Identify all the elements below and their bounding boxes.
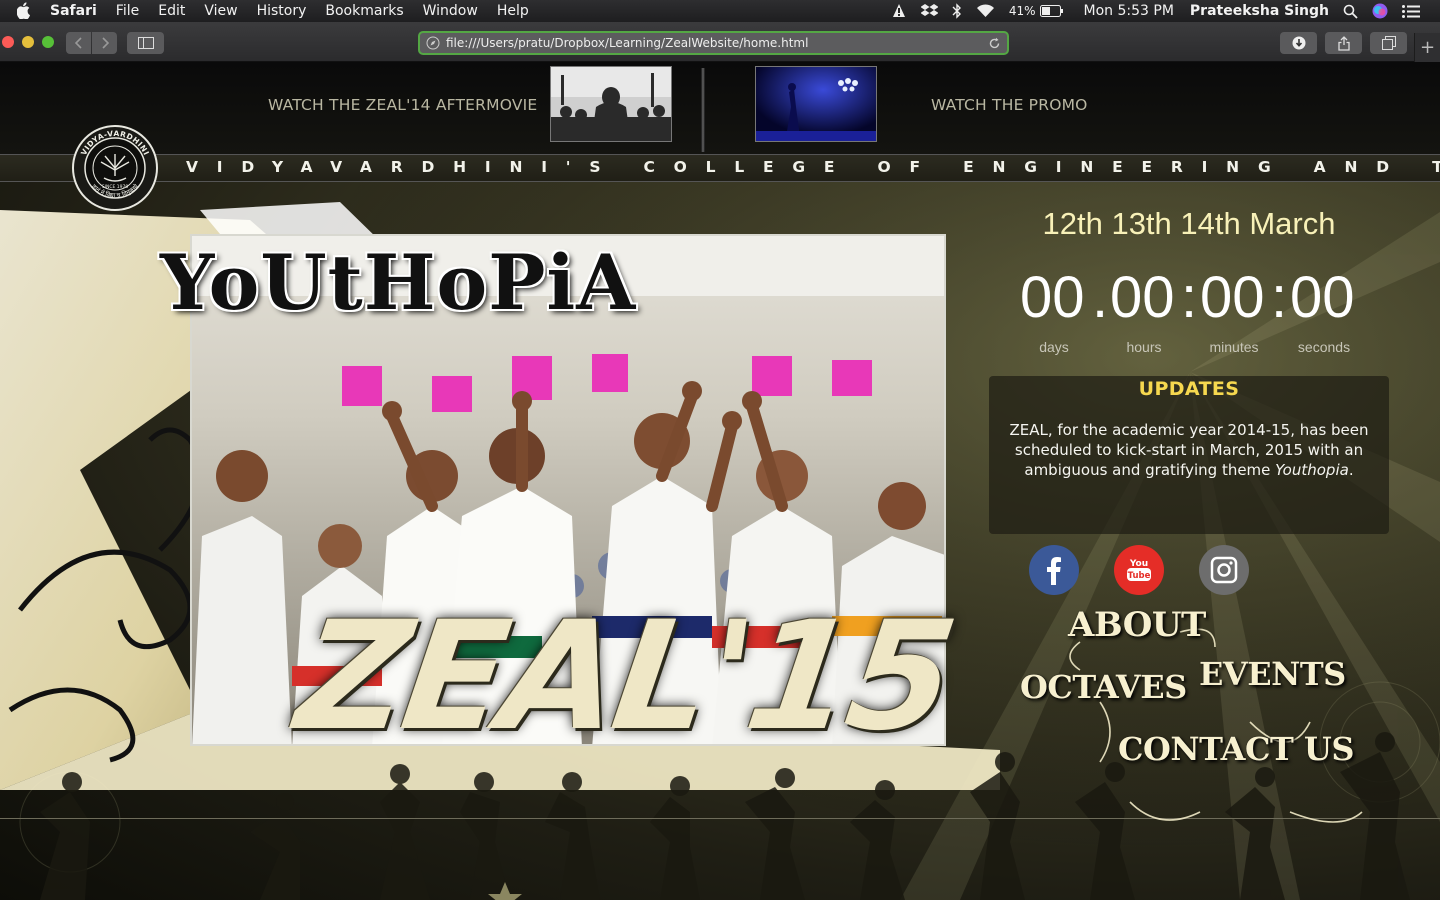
- stage-dance-image: [756, 67, 876, 141]
- concert-photo-image: [551, 67, 671, 141]
- bluetooth-icon[interactable]: [952, 3, 962, 19]
- countdown-label-hours: hours: [1126, 339, 1162, 355]
- nav-contact-us[interactable]: CONTACT US: [1118, 730, 1354, 768]
- menu-bar: Safari File Edit View History Bookmarks …: [0, 0, 1440, 22]
- instagram-button[interactable]: [1199, 545, 1249, 595]
- notification-center-icon[interactable]: [1402, 4, 1420, 18]
- nav-octaves[interactable]: OCTAVES: [1020, 668, 1187, 706]
- download-icon: [1292, 36, 1305, 50]
- instagram-icon: [1210, 556, 1238, 584]
- sidebar-toggle-button[interactable]: [127, 32, 164, 54]
- url-text[interactable]: file:///Users/pratu/Dropbox/Learning/Zea…: [446, 36, 808, 50]
- nav-about[interactable]: ABOUT: [1068, 605, 1206, 645]
- menu-help[interactable]: Help: [497, 3, 529, 19]
- close-window-button[interactable]: [2, 36, 14, 48]
- promo-link[interactable]: WATCH THE PROMO: [931, 96, 1088, 114]
- battery-icon[interactable]: [1039, 5, 1064, 17]
- back-button[interactable]: [66, 32, 91, 54]
- menu-window[interactable]: Window: [423, 3, 478, 19]
- page-content: WATCH THE ZEAL'14 AFTERMOVIE WATCH THE P…: [0, 62, 1440, 900]
- browser-toolbar: file:///Users/pratu/Dropbox/Learning/Zea…: [0, 22, 1440, 62]
- menu-bookmarks[interactable]: Bookmarks: [325, 3, 403, 19]
- updates-text: ZEAL, for the academic year 2014-15, has…: [1005, 420, 1373, 480]
- updates-title: UPDATES: [1138, 378, 1240, 400]
- menu-view[interactable]: View: [204, 3, 237, 19]
- nav-events[interactable]: EVENTS: [1199, 655, 1346, 693]
- compass-icon: [426, 36, 440, 50]
- svg-text:You: You: [1129, 559, 1148, 569]
- countdown-timer: 00 . 00 : 00 : 00: [1016, 264, 1362, 334]
- svg-text:Tube: Tube: [1128, 571, 1151, 581]
- share-button[interactable]: [1325, 32, 1362, 54]
- maximize-window-button[interactable]: [42, 36, 54, 48]
- spotlight-icon[interactable]: [1343, 4, 1358, 19]
- youthopia-theme-title: YoUtHoPiA: [160, 238, 637, 327]
- chevron-right-icon: [101, 37, 109, 49]
- updates-text-end: .: [1348, 461, 1354, 479]
- countdown-separator: :: [1271, 265, 1288, 330]
- chevron-left-icon: [74, 37, 82, 49]
- menu-history[interactable]: History: [257, 3, 307, 19]
- share-icon: [1337, 35, 1350, 51]
- aftermovie-thumbnail[interactable]: [550, 66, 672, 142]
- minimize-window-button[interactable]: [22, 36, 34, 48]
- dropbox-icon[interactable]: [920, 3, 938, 19]
- reload-icon[interactable]: [988, 37, 1001, 50]
- promo-thumbnail[interactable]: [755, 66, 877, 142]
- countdown-separator: :: [1181, 265, 1198, 330]
- battery-percent: 41%: [1008, 4, 1036, 18]
- address-bar[interactable]: file:///Users/pratu/Dropbox/Learning/Zea…: [418, 31, 1009, 55]
- event-date: 12th 13th 14th March: [1042, 206, 1336, 241]
- menu-file[interactable]: File: [116, 3, 139, 19]
- downloads-button[interactable]: [1280, 32, 1317, 54]
- countdown-seconds: 00: [1290, 265, 1355, 330]
- countdown-label-days: days: [1039, 339, 1069, 355]
- clock[interactable]: Mon 5:53 PM: [1084, 3, 1174, 19]
- new-tab-button[interactable]: +: [1414, 33, 1440, 62]
- tab-overview-button[interactable]: [1370, 32, 1407, 54]
- youtube-icon: You Tube: [1127, 559, 1151, 581]
- youtube-button[interactable]: You Tube: [1114, 545, 1164, 595]
- user-name[interactable]: Prateeksha Singh: [1190, 3, 1329, 19]
- updates-text-theme: Youthopia: [1275, 461, 1349, 479]
- apple-icon[interactable]: [14, 0, 36, 22]
- countdown-days: 00: [1020, 265, 1085, 330]
- siri-icon[interactable]: [1372, 3, 1388, 19]
- countdown-minutes: 00: [1200, 265, 1265, 330]
- menu-app-safari[interactable]: Safari: [50, 3, 97, 19]
- countdown-label-minutes: minutes: [1209, 339, 1259, 355]
- forward-button[interactable]: [92, 32, 117, 54]
- aftermovie-link[interactable]: WATCH THE ZEAL'14 AFTERMOVIE: [268, 96, 537, 114]
- facebook-icon: [1047, 557, 1061, 585]
- sidebar-icon: [137, 37, 154, 49]
- college-name: VIDYAVARDHINI'S COLLEGE OF ENGINEERING A…: [186, 158, 1440, 176]
- video-strip: [0, 62, 1440, 156]
- updates-panel: UPDATES ZEAL, for the academic year 2014…: [989, 376, 1389, 534]
- countdown-label-seconds: seconds: [1297, 339, 1351, 355]
- alert-icon[interactable]: [891, 3, 907, 19]
- facebook-button[interactable]: [1029, 545, 1079, 595]
- countdown-hours: 00: [1110, 265, 1175, 330]
- thumbnail-divider: [701, 68, 705, 152]
- wifi-icon[interactable]: [976, 4, 995, 18]
- countdown-separator: .: [1092, 265, 1109, 330]
- menu-edit[interactable]: Edit: [158, 3, 185, 19]
- tabs-icon: [1381, 36, 1396, 50]
